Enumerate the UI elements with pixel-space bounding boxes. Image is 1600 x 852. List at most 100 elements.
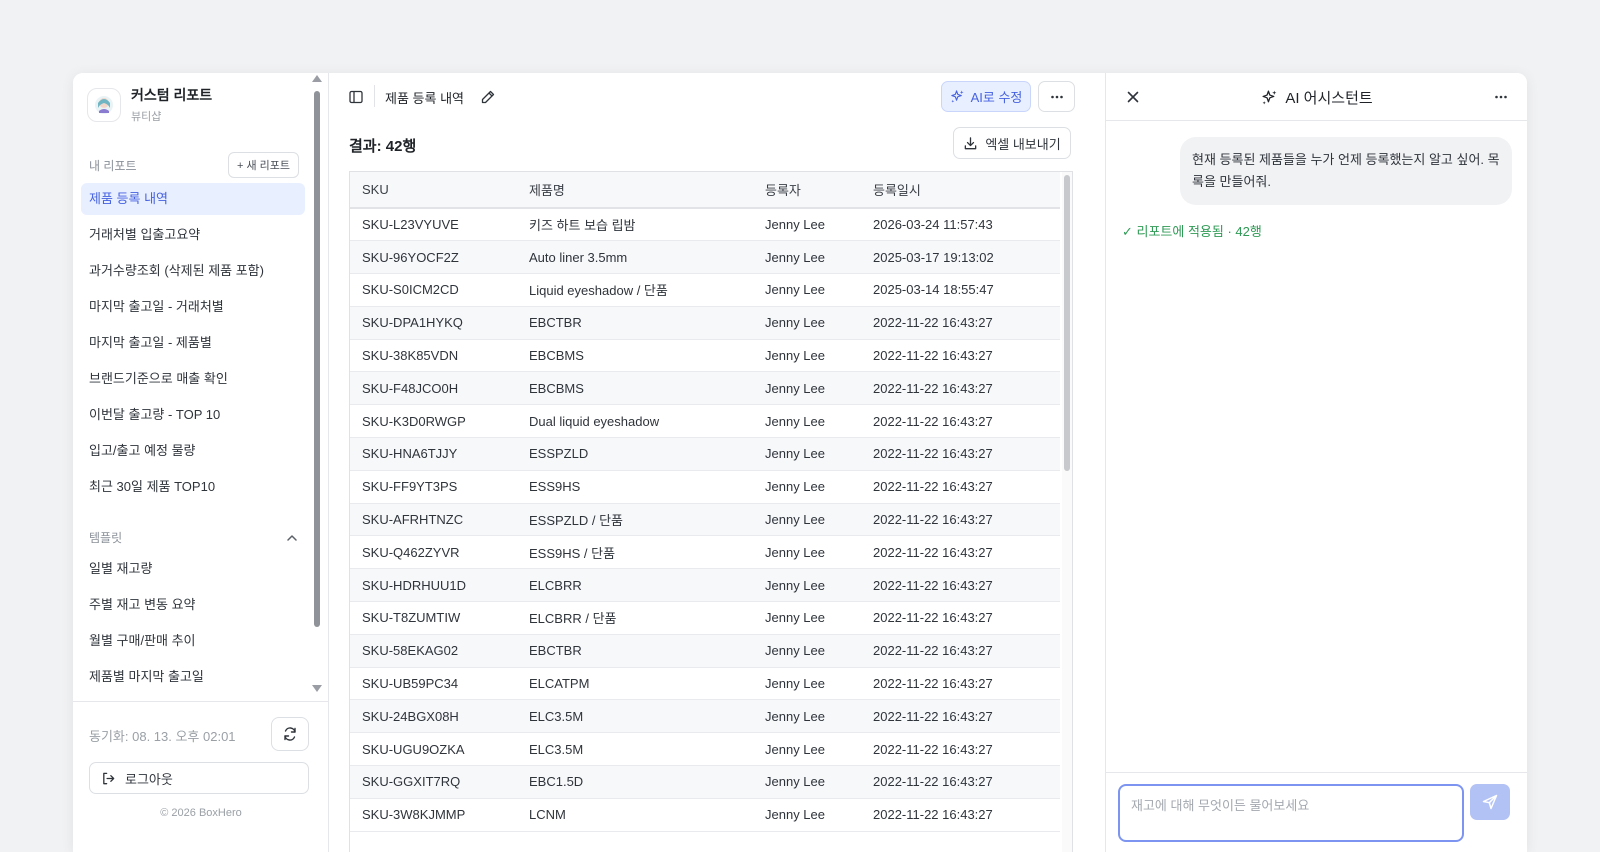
brand: 커스텀 리포트 뷰티샵 xyxy=(87,85,212,124)
cell-registrant: Jenny Lee xyxy=(753,798,861,832)
cell-product-name: Liquid eyeshadow / 단품 xyxy=(517,273,753,307)
templates-header[interactable]: 템플릿 xyxy=(89,529,299,546)
cell-sku: SKU-DPA1HYKQ xyxy=(350,306,517,340)
template-list-item[interactable]: 일별 재고량 xyxy=(81,553,305,585)
table-row[interactable]: SKU-T8ZUMTIW ELCBRR / 단품 Jenny Lee 2022-11-… xyxy=(350,601,1060,635)
column-header-registrant[interactable]: 등록자 xyxy=(753,172,861,209)
cell-sku: SKU-UB59PC34 xyxy=(350,667,517,701)
column-header-sku[interactable]: SKU xyxy=(350,172,517,209)
table-row[interactable]: SKU-FF9YT3PS ESS9HS Jenny Lee 2022-11-22 16… xyxy=(350,470,1060,504)
template-list-item[interactable]: 제품별 마지막 출고일 xyxy=(81,661,305,693)
export-excel-button[interactable]: 엑셀 내보내기 xyxy=(953,127,1071,159)
results-table-container[interactable]: SKU 제품명 등록자 등록일시 SKU-L23VYUVE 키즈 하트 보습 립밤… xyxy=(349,171,1073,852)
cell-sku: SKU-3W8KJMMP xyxy=(350,798,517,832)
cell-sku: SKU-38K85VDN xyxy=(350,339,517,373)
send-button[interactable] xyxy=(1470,784,1510,820)
table-scrollbar-thumb[interactable] xyxy=(1064,175,1070,471)
table-row[interactable]: SKU-K3D0RWGP Dual liquid eyeshadow Jenny L… xyxy=(350,404,1060,439)
table-row[interactable]: SKU-HDRHUU1D ELCBRR Jenny Lee 2022-11-22 16… xyxy=(350,568,1060,603)
sidebar-toggle-button[interactable] xyxy=(345,86,367,108)
cell-registered-at: 2025-03-17 19:13:02 xyxy=(861,240,1060,275)
ai-edit-button[interactable]: AI로 수정 xyxy=(941,81,1031,112)
report-list-item[interactable]: 마지막 출고일 - 거래처별 xyxy=(81,291,305,323)
cell-registrant: Jenny Lee xyxy=(753,601,861,635)
cell-registered-at: 2022-11-22 16:43:27 xyxy=(861,765,1060,799)
cell-sku: SKU-T8ZUMTIW xyxy=(350,601,517,635)
cell-product-name: 키즈 하트 보습 립밤 xyxy=(517,208,753,242)
table-row[interactable]: SKU-58EKAG02 EBCTBR Jenny Lee 2022-11-22 16… xyxy=(350,634,1060,668)
report-list-item[interactable]: 과거수량조회 (삭제된 제품 포함) xyxy=(81,255,305,287)
cell-sku: SKU-K3D0RWGP xyxy=(350,404,517,439)
column-header-registered-at[interactable]: 등록일시 xyxy=(861,172,1060,209)
table-row[interactable]: SKU-DPA1HYKQ EBCTBR Jenny Lee 2022-11-22 16… xyxy=(350,306,1060,340)
cell-registrant: Jenny Lee xyxy=(753,634,861,668)
send-icon xyxy=(1482,794,1498,810)
report-list-item[interactable]: 이번달 출고량 - TOP 10 xyxy=(81,399,305,431)
cell-sku: SKU-L23VYUVE xyxy=(350,208,517,242)
cell-registrant: Jenny Lee xyxy=(753,470,861,504)
templates-list: 일별 재고량주별 재고 변동 요약월별 구매/판매 추이제품별 마지막 출고일 xyxy=(81,553,305,697)
table-row[interactable]: SKU-3W8KJMMP LCNM Jenny Lee 2022-11-22 16:4… xyxy=(350,798,1060,832)
table-row[interactable]: SKU-24BGX08H ELC3.5M Jenny Lee 2022-11-22 1… xyxy=(350,699,1060,734)
table-row[interactable]: SKU-96YOCF2Z Auto liner 3.5mm Jenny Lee 202… xyxy=(350,240,1060,275)
report-list-item[interactable]: 거래처별 입출고요약 xyxy=(81,219,305,251)
column-header-product-name[interactable]: 제품명 xyxy=(517,172,753,209)
sidebar-scroll-area[interactable]: 커스텀 리포트 뷰티샵 내 리포트 + 새 리포트 제품 등록 내역거래처별 입… xyxy=(73,73,329,713)
table-row[interactable]: SKU-S0ICM2CD Liquid eyeshadow / 단품 Jenny L… xyxy=(350,273,1060,307)
sparkles-icon xyxy=(950,90,964,103)
table-row[interactable]: SKU-UB59PC34 ELCATPM Jenny Lee 2022-11-22 1… xyxy=(350,667,1060,701)
table-row[interactable]: SKU-GGXIT7RQ EBC1.5D Jenny Lee 2022-11-22 1… xyxy=(350,765,1060,799)
table-row[interactable]: SKU-F48JCO0H EBCBMS Jenny Lee 2022-11-22 16… xyxy=(350,371,1060,406)
cell-product-name: ELC3.5M xyxy=(517,699,753,734)
table-row[interactable]: SKU-HNA6TJJY ESSPZLD Jenny Lee 2022-11-22 1… xyxy=(350,437,1060,471)
cell-product-name: Auto liner 3.5mm xyxy=(517,240,753,275)
chevron-up-icon[interactable] xyxy=(285,531,299,545)
table-row[interactable]: SKU-L23VYUVE 키즈 하트 보습 립밤 Jenny Lee 2026-03-… xyxy=(350,208,1060,242)
sidebar-scrollbar[interactable] xyxy=(312,75,322,695)
more-options-button[interactable] xyxy=(1038,81,1075,112)
assistant-more-button[interactable] xyxy=(1490,86,1512,108)
table-row[interactable]: SKU-38K85VDN EBCBMS Jenny Lee 2022-11-22 16… xyxy=(350,339,1060,373)
table-scrollbar[interactable] xyxy=(1062,172,1072,852)
report-list-item[interactable]: 최근 30일 제품 TOP10 xyxy=(81,471,305,503)
table-row[interactable]: SKU-UGU9OZKA ELC3.5M Jenny Lee 2022-11-22 1… xyxy=(350,732,1060,767)
cell-product-name: EBCBMS xyxy=(517,371,753,406)
cell-registrant: Jenny Lee xyxy=(753,306,861,340)
export-label: 엑셀 내보내기 xyxy=(985,136,1061,152)
report-list-item[interactable]: 브랜드기준으로 매출 확인 xyxy=(81,363,305,395)
template-list-item[interactable]: 주별 재고 변동 요약 xyxy=(81,589,305,621)
brand-subtitle: 뷰티샵 xyxy=(131,111,162,123)
brand-logo xyxy=(87,87,121,122)
ellipsis-icon xyxy=(1495,95,1507,99)
ai-edit-label: AI로 수정 xyxy=(970,90,1023,105)
cell-registered-at: 2026-03-24 11:57:43 xyxy=(861,208,1060,242)
templates-label: 템플릿 xyxy=(89,531,123,545)
new-report-button[interactable]: + 새 리포트 xyxy=(227,152,299,178)
edit-title-button[interactable] xyxy=(477,86,499,108)
report-list-item[interactable]: 입고/출고 예정 물량 xyxy=(81,435,305,467)
cell-registered-at: 2022-11-22 16:43:27 xyxy=(861,798,1060,832)
scroll-down-arrow-icon[interactable] xyxy=(312,685,322,692)
cell-registered-at: 2022-11-22 16:43:27 xyxy=(861,437,1060,471)
sidebar-scrollbar-thumb[interactable] xyxy=(314,91,320,627)
my-reports-header: 내 리포트 + 새 리포트 xyxy=(89,152,299,178)
cell-product-name: Dual liquid eyeshadow xyxy=(517,404,753,439)
chat-input[interactable] xyxy=(1118,784,1464,842)
template-list-item[interactable]: 월별 구매/판매 추이 xyxy=(81,625,305,657)
scroll-up-arrow-icon[interactable] xyxy=(312,75,322,82)
cell-registrant: Jenny Lee xyxy=(753,535,861,570)
toolbar: 제품 등록 내역 AI로 수정 xyxy=(329,73,1089,121)
report-list-item[interactable]: 제품 등록 내역 xyxy=(81,183,305,215)
table-row[interactable]: SKU-AFRHTNZC ESSPZLD / 단품 Jenny Lee 2022-11… xyxy=(350,503,1060,537)
sync-button[interactable] xyxy=(271,717,309,751)
cell-registered-at: 2022-11-22 16:43:27 xyxy=(861,634,1060,668)
report-list-item[interactable]: 마지막 출고일 - 제품별 xyxy=(81,327,305,359)
table-row[interactable]: SKU-Q462ZYVR ESS9HS / 단품 Jenny Lee 2022-11-… xyxy=(350,535,1060,570)
cell-registrant: Jenny Lee xyxy=(753,371,861,406)
cell-sku: SKU-GGXIT7RQ xyxy=(350,765,517,799)
ai-assistant-panel: AI 어시스턴트 현재 등록된 제품들을 누가 언제 등록했는지 알고 싶어. … xyxy=(1105,73,1527,852)
cell-product-name: EBCBMS xyxy=(517,339,753,373)
cell-registered-at: 2022-11-22 16:43:27 xyxy=(861,601,1060,635)
cell-product-name: ELC3.5M xyxy=(517,732,753,767)
logout-button[interactable]: 로그아웃 xyxy=(89,762,309,794)
